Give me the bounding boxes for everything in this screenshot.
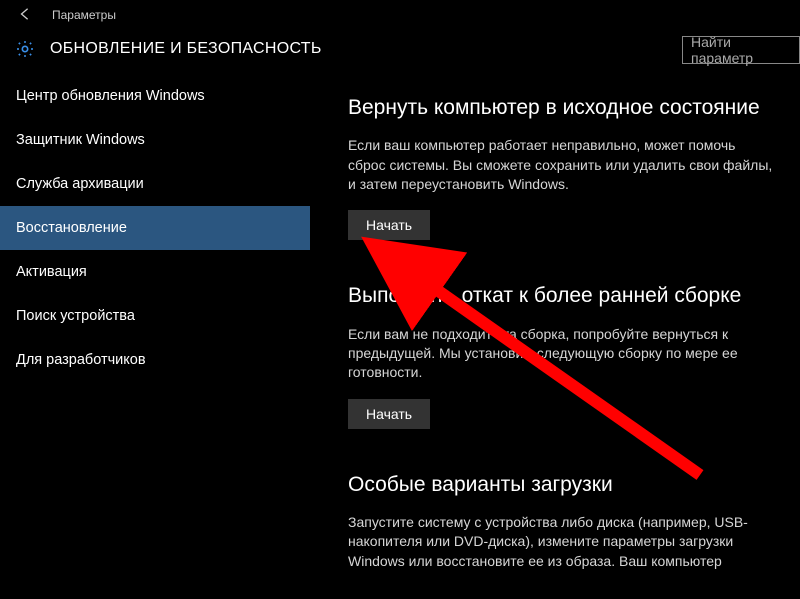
gear-icon	[14, 38, 36, 60]
page-title: ОБНОВЛЕНИЕ И БЕЗОПАСНОСТЬ	[50, 40, 322, 58]
reset-pc-start-button[interactable]: Начать	[348, 210, 430, 240]
sidebar-item-recovery[interactable]: Восстановление	[0, 206, 310, 250]
section-body: Если вам не подходит эта сборка, попробу…	[348, 325, 774, 383]
titlebar: Параметры	[0, 0, 800, 30]
section-advanced-startup: Особые варианты загрузки Запустите систе…	[348, 471, 774, 571]
section-body: Запустите систему с устройства либо диск…	[348, 513, 774, 571]
header: ОБНОВЛЕНИЕ И БЕЗОПАСНОСТЬ Найти параметр	[0, 30, 800, 74]
sidebar-item-activation[interactable]: Активация	[0, 250, 310, 294]
section-body: Если ваш компьютер работает неправильно,…	[348, 136, 774, 194]
section-reset-pc: Вернуть компьютер в исходное состояние Е…	[348, 94, 774, 240]
section-title: Выполнить откат к более ранней сборке	[348, 282, 774, 310]
sidebar-item-developers[interactable]: Для разработчиков	[0, 338, 310, 382]
back-icon[interactable]	[10, 7, 40, 24]
content-pane: Вернуть компьютер в исходное состояние Е…	[310, 74, 800, 591]
section-rollback: Выполнить откат к более ранней сборке Ес…	[348, 282, 774, 428]
search-input[interactable]: Найти параметр	[682, 36, 800, 64]
app-title: Параметры	[52, 8, 116, 22]
sidebar-item-defender[interactable]: Защитник Windows	[0, 118, 310, 162]
section-title: Особые варианты загрузки	[348, 471, 774, 499]
search-placeholder: Найти параметр	[691, 34, 791, 66]
section-title: Вернуть компьютер в исходное состояние	[348, 94, 774, 122]
sidebar: Центр обновления Windows Защитник Window…	[0, 74, 310, 591]
sidebar-item-find-device[interactable]: Поиск устройства	[0, 294, 310, 338]
sidebar-item-windows-update[interactable]: Центр обновления Windows	[0, 74, 310, 118]
sidebar-item-backup[interactable]: Служба архивации	[0, 162, 310, 206]
rollback-start-button[interactable]: Начать	[348, 399, 430, 429]
